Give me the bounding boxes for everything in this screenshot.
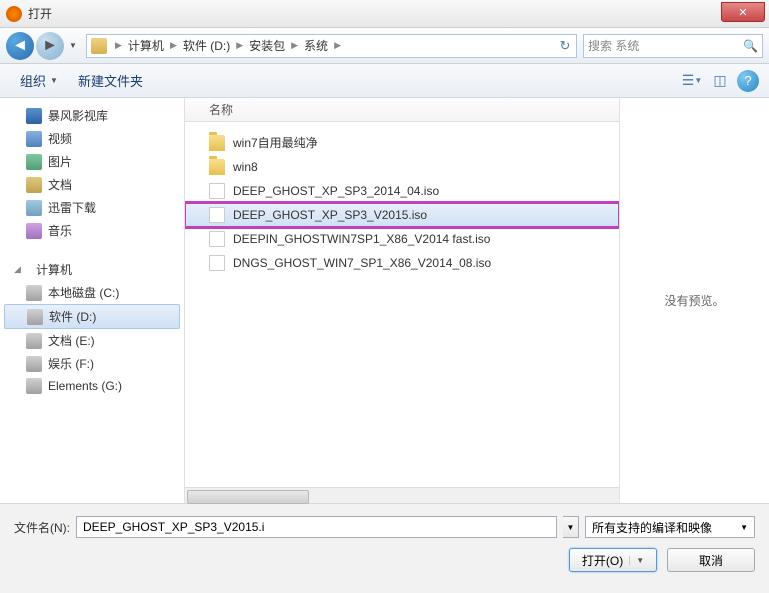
folder-type-icon [26,154,42,170]
search-icon[interactable]: 🔍 [743,39,758,53]
filename-input[interactable] [76,516,557,538]
body-area: 暴风影视库视频图片文档迅雷下载音乐 ◢计算机本地磁盘 (C:)软件 (D:)文档 … [0,98,769,503]
file-row[interactable]: DEEPIN_GHOSTWIN7SP1_X86_V2014 fast.iso [185,227,619,251]
sidebar-item[interactable]: 视频 [0,127,184,150]
sidebar-drive-item[interactable]: 本地磁盘 (C:) [0,281,184,304]
sidebar-item[interactable]: 暴风影视库 [0,104,184,127]
sidebar-item[interactable]: 音乐 [0,219,184,242]
breadcrumb-item[interactable]: 软件 (D:) [181,37,232,54]
file-icon [209,231,225,247]
chevron-down-icon: ▼ [50,76,58,85]
file-list: 名称 win7自用最纯净 win8 DEEP_GHOST_XP_SP3_2014_0… [185,98,619,503]
window-title: 打开 [28,5,52,22]
breadcrumb-item[interactable]: 计算机 [126,37,166,54]
preview-pane: 没有预览。 [619,98,769,503]
drive-icon [27,309,43,325]
navigation-bar: ◄ ► ▼ ▶ 计算机 ▶ 软件 (D:) ▶ 安装包 ▶ 系统 ▶ ↻ 搜索 … [0,28,769,64]
preview-pane-icon[interactable]: ◫ [709,70,731,92]
drive-icon [26,356,42,372]
title-bar: 打开 [0,0,769,28]
sidebar-drive-item[interactable]: Elements (G:) [0,375,184,397]
sidebar-drive-item[interactable]: 软件 (D:) [4,304,180,329]
open-button[interactable]: 打开(O) ▼ [569,548,657,572]
folder-type-icon [26,131,42,147]
folder-type-icon [26,223,42,239]
breadcrumb-item[interactable]: 安装包 [247,37,287,54]
file-list-body[interactable]: win7自用最纯净 win8 DEEP_GHOST_XP_SP3_2014_04.i… [185,122,619,487]
filename-label: 文件名(N): [14,519,70,536]
search-placeholder: 搜索 系统 [588,37,639,54]
app-icon [6,6,22,22]
folder-icon [209,159,225,175]
help-icon[interactable]: ? [737,70,759,92]
breadcrumb[interactable]: ▶ 计算机 ▶ 软件 (D:) ▶ 安装包 ▶ 系统 ▶ ↻ [86,34,577,58]
refresh-icon[interactable]: ↻ [554,35,576,57]
file-row[interactable]: DNGS_GHOST_WIN7_SP1_X86_V2014_08.iso [185,251,619,275]
chevron-right-icon: ▶ [111,40,126,51]
expand-icon: ◢ [14,264,24,275]
sidebar-drive-item[interactable]: 文档 (E:) [0,329,184,352]
folder-type-icon [26,108,42,124]
file-area: 名称 win7自用最纯净 win8 DEEP_GHOST_XP_SP3_2014_0… [185,98,769,503]
folder-icon [91,38,107,54]
file-name: DNGS_GHOST_WIN7_SP1_X86_V2014_08.iso [233,256,491,270]
file-name: win7自用最纯净 [233,134,318,151]
file-type-filter[interactable]: 所有支持的编译和映像 ▼ [585,516,755,538]
file-name: DEEPIN_GHOSTWIN7SP1_X86_V2014 fast.iso [233,232,490,246]
cancel-button[interactable]: 取消 [667,548,755,572]
filename-dropdown[interactable]: ▼ [563,516,579,538]
organize-menu[interactable]: 组织 ▼ [10,67,68,94]
back-button[interactable]: ◄ [6,32,34,60]
drive-icon [26,378,42,394]
file-icon [209,207,225,223]
sidebar-drive-item[interactable]: 娱乐 (F:) [0,352,184,375]
drive-icon [26,285,42,301]
search-input[interactable]: 搜索 系统 🔍 [583,34,763,58]
folder-icon [209,135,225,151]
sidebar-item[interactable]: 迅雷下载 [0,196,184,219]
sidebar-computer-header[interactable]: ◢计算机 [0,258,184,281]
folder-type-icon [26,200,42,216]
chevron-right-icon: ▶ [287,40,302,51]
sidebar-item[interactable]: 文档 [0,173,184,196]
chevron-down-icon: ▼ [740,523,748,532]
chevron-right-icon: ▶ [232,40,247,51]
forward-button[interactable]: ► [36,32,64,60]
column-header-name[interactable]: 名称 [185,98,619,122]
dialog-footer: 文件名(N): ▼ 所有支持的编译和映像 ▼ 打开(O) ▼ 取消 [0,503,769,593]
history-dropdown[interactable]: ▼ [66,32,80,60]
horizontal-scrollbar[interactable] [185,487,619,503]
split-button-arrow-icon[interactable]: ▼ [629,556,644,565]
file-name: DEEP_GHOST_XP_SP3_2014_04.iso [233,184,439,198]
file-row[interactable]: DEEP_GHOST_XP_SP3_V2015.iso [185,203,619,227]
new-folder-button[interactable]: 新建文件夹 [68,67,153,94]
sidebar-item[interactable]: 图片 [0,150,184,173]
file-row[interactable]: win8 [185,155,619,179]
file-name: DEEP_GHOST_XP_SP3_V2015.iso [233,208,427,222]
chevron-right-icon: ▶ [166,40,181,51]
file-icon [209,255,225,271]
folder-type-icon [26,177,42,193]
drive-icon [26,333,42,349]
preview-text: 没有预览。 [664,292,724,309]
chevron-right-icon: ▶ [330,40,345,51]
file-name: win8 [233,160,258,174]
view-options-icon[interactable]: ☰ ▼ [681,70,703,92]
file-row[interactable]: DEEP_GHOST_XP_SP3_2014_04.iso [185,179,619,203]
sidebar: 暴风影视库视频图片文档迅雷下载音乐 ◢计算机本地磁盘 (C:)软件 (D:)文档 … [0,98,185,503]
close-button[interactable] [721,2,765,22]
toolbar: 组织 ▼ 新建文件夹 ☰ ▼ ◫ ? [0,64,769,98]
breadcrumb-item[interactable]: 系统 [302,37,330,54]
file-icon [209,183,225,199]
file-row[interactable]: win7自用最纯净 [185,130,619,155]
